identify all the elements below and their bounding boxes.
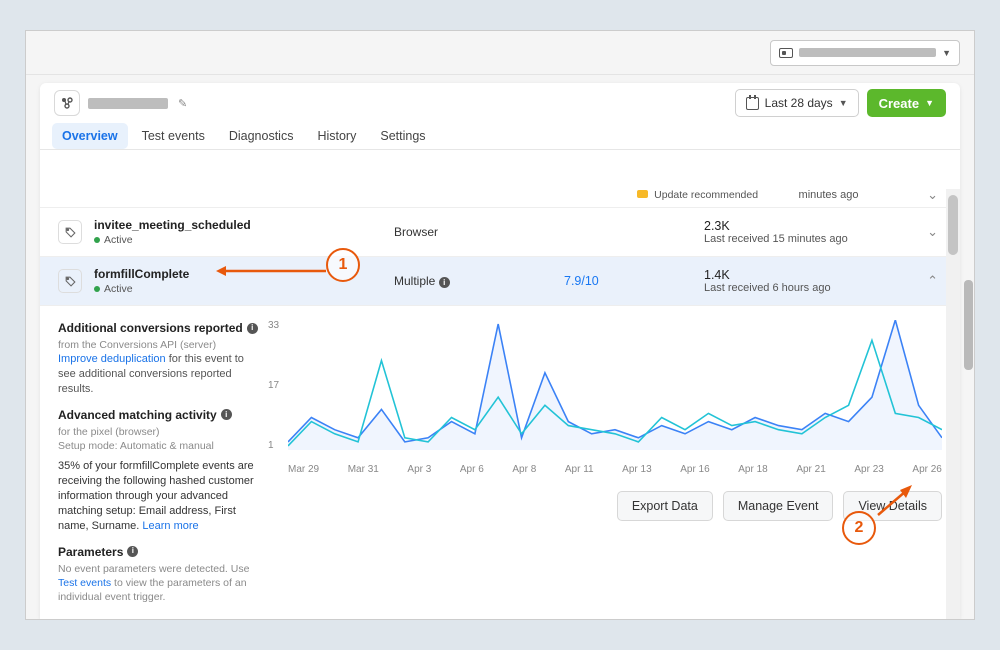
params-title: Parameters i	[58, 544, 258, 560]
tabs: Overview Test events Diagnostics History…	[40, 123, 960, 150]
info-icon[interactable]: i	[221, 409, 232, 420]
status-label: Active	[104, 283, 133, 295]
learn-more-link[interactable]: Learn more	[142, 520, 198, 532]
create-button[interactable]: Create ▼	[867, 89, 946, 117]
info-icon[interactable]: i	[247, 323, 258, 334]
event-name: invitee_meeting_scheduled	[94, 218, 394, 232]
global-topbar: ▼	[26, 31, 974, 75]
status-text: Update recommended	[654, 189, 758, 201]
panel-header: ✎ Last 28 days ▼ Create ▼	[40, 83, 960, 123]
date-range-label: Last 28 days	[765, 96, 833, 110]
event-time: Last received 15 minutes ago	[704, 233, 864, 245]
table-row[interactable]: invitee_meeting_scheduled Active Browser…	[40, 208, 960, 257]
manage-event-button[interactable]: Manage Event	[723, 491, 834, 521]
chevron-down-icon: ▼	[839, 98, 848, 108]
event-source: Browser	[394, 225, 564, 239]
chevron-down-icon: ▼	[925, 98, 934, 108]
y-tick: 33	[268, 320, 279, 331]
chevron-down-icon: ⌄	[927, 224, 938, 240]
adv-sub2: Setup mode: Automatic & manual	[58, 439, 258, 453]
info-icon[interactable]: i	[127, 546, 138, 557]
scrollbar-thumb[interactable]	[948, 195, 958, 255]
outer-scrollbar-thumb[interactable]	[964, 280, 973, 370]
test-events-link[interactable]: Test events	[58, 577, 111, 589]
params-body: No event parameters were detected. Use T…	[58, 562, 258, 605]
table-row-expanded[interactable]: formfillComplete Active Multiple i 7.9/1…	[40, 257, 960, 306]
ad-account-selector[interactable]: ▼	[770, 40, 960, 66]
account-icon	[779, 48, 793, 58]
export-data-button[interactable]: Export Data	[617, 491, 713, 521]
tab-overview[interactable]: Overview	[52, 123, 128, 149]
event-name: formfillComplete	[94, 267, 394, 281]
tab-diagnostics[interactable]: Diagnostics	[219, 123, 304, 149]
chevron-down-icon: ⌄	[927, 189, 938, 203]
view-details-button[interactable]: View Details	[843, 491, 942, 521]
info-icon[interactable]: i	[439, 277, 450, 288]
create-label: Create	[879, 96, 919, 111]
adv-sub1: for the pixel (browser)	[58, 425, 258, 439]
tag-icon	[58, 220, 82, 244]
event-count: 2.3K	[704, 219, 864, 233]
events-panel: ✎ Last 28 days ▼ Create ▼ Overview Test …	[40, 83, 960, 619]
addl-sub: from the Conversions API (server)	[58, 338, 258, 352]
pixel-name-placeholder	[88, 98, 168, 109]
scrollbar-track[interactable]	[946, 189, 960, 619]
improve-dedup-link[interactable]: Improve deduplication	[58, 353, 166, 365]
event-count: 1.4K	[704, 268, 864, 282]
tab-history[interactable]: History	[307, 123, 366, 149]
adv-matching-title: Advanced matching activity i	[58, 407, 258, 423]
account-name-placeholder	[799, 48, 936, 57]
addl-conversions-title: Additional conversions reported i	[58, 320, 258, 336]
tag-icon	[58, 269, 82, 293]
y-tick: 17	[268, 380, 279, 391]
meta-time: minutes ago	[799, 189, 942, 201]
calendar-icon	[746, 97, 759, 110]
y-tick: 1	[268, 440, 274, 451]
event-detail: Additional conversions reported i from t…	[40, 306, 960, 619]
event-source: Multiple i	[394, 274, 564, 288]
tab-test-events[interactable]: Test events	[132, 123, 215, 149]
chevron-up-icon: ⌃	[927, 273, 938, 289]
tab-settings[interactable]: Settings	[370, 123, 435, 149]
status-label: Active	[104, 234, 133, 246]
event-time: Last received 6 hours ago	[704, 282, 864, 294]
event-score: 7.9/10	[564, 274, 704, 288]
chevron-down-icon: ▼	[942, 48, 951, 58]
adv-body: 35% of your formfillComplete events are …	[58, 459, 258, 533]
edit-icon[interactable]: ✎	[178, 97, 187, 110]
event-chart: 33 17 1	[268, 320, 942, 460]
x-axis: Mar 29Mar 31Apr 3Apr 6Apr 8Apr 11Apr 13A…	[268, 464, 942, 475]
date-range-button[interactable]: Last 28 days ▼	[735, 89, 859, 117]
table-row[interactable]: Update recommended minutes ago ⌄	[40, 189, 960, 208]
events-scroll-area: Update recommended minutes ago ⌄ invitee…	[40, 189, 960, 619]
pixel-icon	[54, 90, 80, 116]
app-frame: ▼ ✎ Last 28 days ▼ Create ▼ Overview Tes…	[25, 30, 975, 620]
